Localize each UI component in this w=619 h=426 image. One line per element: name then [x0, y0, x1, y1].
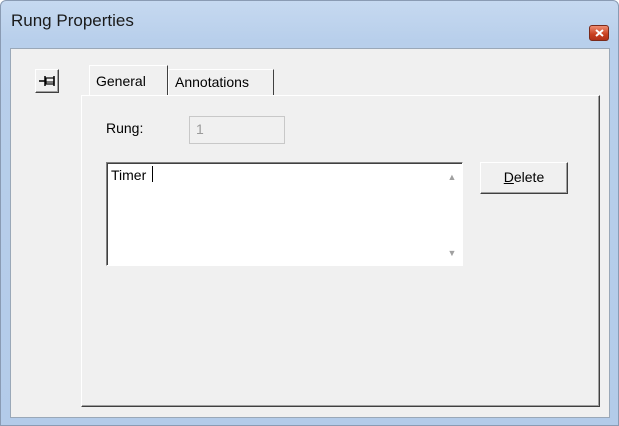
rung-number-field: 1	[189, 116, 285, 144]
text-caret	[152, 166, 153, 182]
general-tab-panel: Rung: 1 Timer ▲ ▼ Delete	[81, 95, 600, 407]
window-title: Rung Properties	[11, 11, 134, 30]
delete-button[interactable]: Delete	[480, 162, 568, 194]
rung-number-value: 1	[196, 121, 204, 137]
scroll-up-icon[interactable]: ▲	[444, 169, 460, 185]
rung-properties-window: Rung Properties General Annotations Rung…	[0, 0, 619, 426]
rung-label: Rung:	[106, 120, 144, 136]
delete-accelerator: D	[503, 169, 514, 185]
vertical-scrollbar[interactable]: ▲ ▼	[444, 165, 460, 263]
annotation-textarea[interactable]: Timer ▲ ▼	[106, 162, 463, 266]
annotation-text: Timer	[111, 167, 147, 183]
title-bar[interactable]: Rung Properties	[1, 1, 618, 45]
tab-general-label: General	[96, 73, 146, 89]
pin-button[interactable]	[35, 69, 59, 93]
tab-annotations-label: Annotations	[175, 74, 249, 90]
dialog-body: General Annotations Rung: 1 Timer ▲ ▼ De…	[10, 48, 610, 418]
pin-icon	[39, 76, 55, 86]
close-icon	[595, 29, 604, 37]
scroll-down-icon[interactable]: ▼	[444, 245, 460, 261]
delete-label: elete	[513, 169, 545, 185]
tab-annotations[interactable]: Annotations	[168, 69, 274, 95]
tab-general[interactable]: General	[89, 65, 168, 95]
close-button[interactable]	[589, 25, 609, 41]
